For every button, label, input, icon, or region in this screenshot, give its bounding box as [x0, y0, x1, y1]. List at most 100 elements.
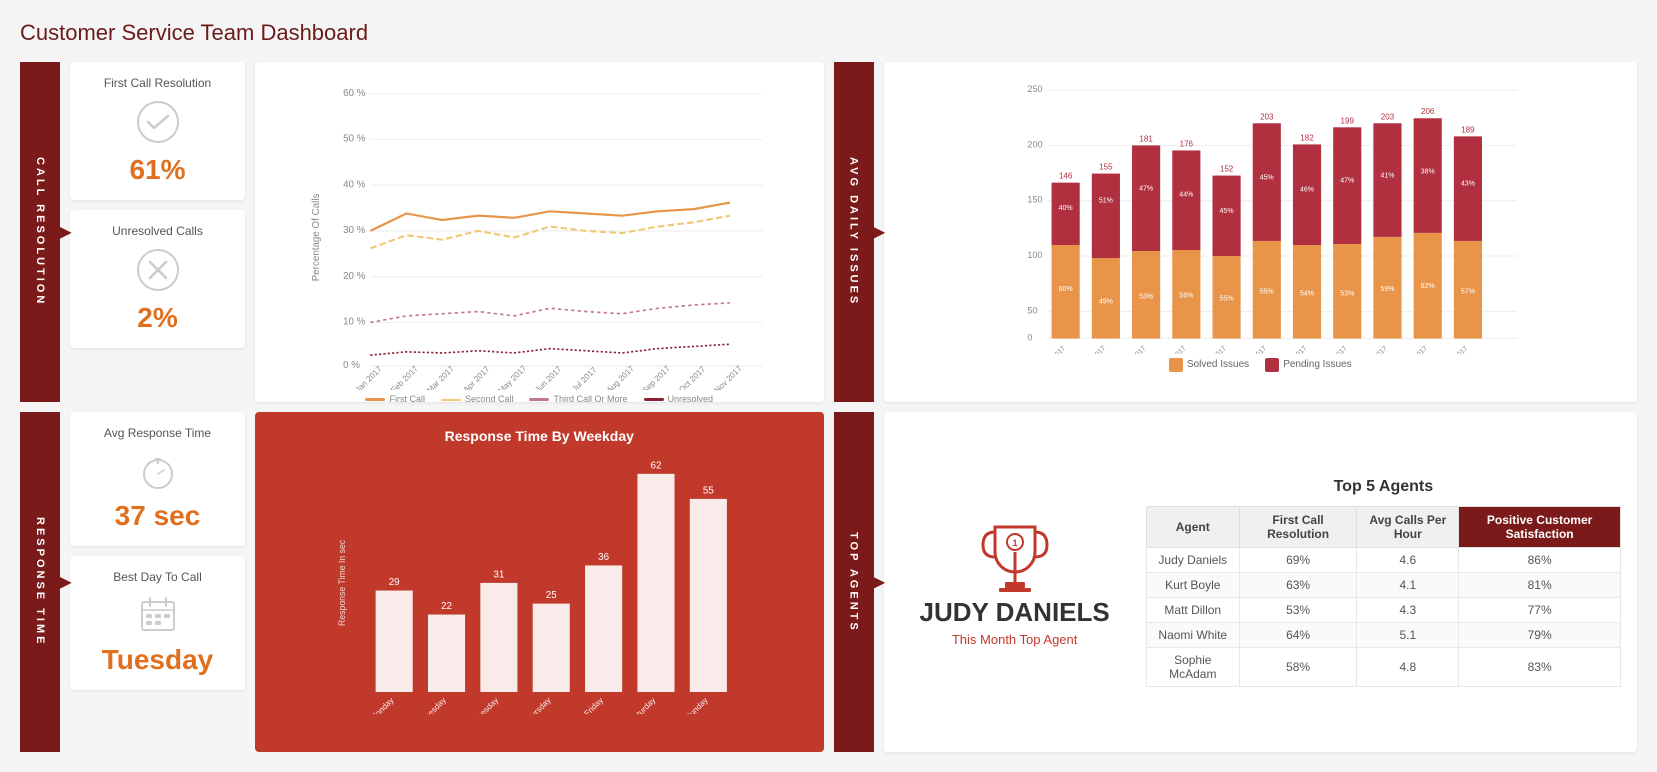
svg-text:Apr 2017: Apr 2017 — [462, 364, 492, 390]
svg-text:10 %: 10 % — [343, 317, 366, 328]
svg-text:55%: 55% — [1219, 295, 1233, 302]
first-call-label: First Call Resolution — [104, 76, 211, 90]
svg-text:49%: 49% — [1098, 298, 1112, 305]
bar-chart-legend: Solved Issues Pending Issues — [894, 358, 1628, 372]
svg-text:100: 100 — [1027, 250, 1042, 260]
top-agent-hero: 1 JUDY DANIELS This Month Top Agent — [900, 497, 1130, 667]
call-resolution-text: CALL RESOLUTION — [34, 157, 46, 306]
svg-text:Percentage Of Calls: Percentage Of Calls — [311, 194, 322, 282]
svg-text:Sunday: Sunday — [684, 695, 711, 714]
best-day-card: Best Day To Call Tuesday — [70, 556, 245, 690]
svg-text:November 2017: November 2017 — [1429, 345, 1469, 354]
col-calls: Avg Calls Per Hour — [1357, 506, 1459, 547]
call-resolution-label: CALL RESOLUTION — [20, 62, 60, 402]
table-row: Matt Dillon53%4.377% — [1146, 597, 1620, 622]
svg-text:Tuesday: Tuesday — [420, 695, 449, 714]
first-call-resolution-card: First Call Resolution 61% — [70, 62, 245, 200]
svg-text:54%: 54% — [1299, 290, 1313, 297]
response-time-label: RESPONSE TIME — [20, 412, 60, 752]
svg-text:43%: 43% — [1460, 181, 1474, 188]
table-row: Naomi White64%5.179% — [1146, 622, 1620, 647]
svg-text:55%: 55% — [1259, 288, 1273, 295]
svg-text:203: 203 — [1260, 112, 1274, 121]
avg-response-value: 37 sec — [115, 500, 201, 532]
call-resolution-content: First Call Resolution 61% Unresolved Cal… — [70, 62, 824, 402]
svg-text:199: 199 — [1340, 116, 1354, 125]
response-time-content: Avg Response Time 37 sec Best Day To Cal… — [70, 412, 824, 752]
svg-text:55: 55 — [703, 485, 714, 496]
svg-text:59%: 59% — [1380, 286, 1394, 293]
table-row: Kurt Boyle63%4.181% — [1146, 572, 1620, 597]
svg-text:31: 31 — [493, 569, 504, 580]
svg-text:Feb 2017: Feb 2017 — [389, 364, 420, 390]
first-call-value: 61% — [129, 154, 185, 186]
svg-text:45%: 45% — [1259, 175, 1273, 182]
svg-text:0 %: 0 % — [343, 360, 360, 371]
line-chart-panel: 60 % 50 % 40 % 30 % 20 % 10 % 0 % Percen… — [255, 62, 824, 402]
avg-daily-issues-label: AVG DAILY ISSUES — [834, 62, 874, 402]
svg-text:62: 62 — [651, 460, 662, 471]
svg-text:Saturday: Saturday — [628, 695, 658, 714]
svg-text:47%: 47% — [1340, 178, 1354, 185]
stopwatch-icon — [136, 448, 180, 492]
svg-text:Response Time In sec: Response Time In sec — [337, 539, 347, 626]
avg-response-time-card: Avg Response Time 37 sec — [70, 412, 245, 546]
svg-text:1: 1 — [1012, 538, 1017, 548]
svg-text:Mar 2017: Mar 2017 — [425, 364, 456, 390]
svg-text:250: 250 — [1027, 84, 1042, 94]
svg-text:182: 182 — [1300, 133, 1314, 142]
svg-text:20 %: 20 % — [343, 271, 366, 282]
svg-text:46%: 46% — [1299, 187, 1313, 194]
svg-text:189: 189 — [1461, 125, 1475, 134]
top-agents-label: TOP AGENTS — [834, 412, 874, 752]
col-agent: Agent — [1146, 506, 1239, 547]
svg-text:February 2017: February 2017 — [1070, 345, 1107, 354]
svg-text:203: 203 — [1380, 112, 1394, 121]
svg-text:22: 22 — [441, 601, 452, 612]
svg-text:Sep 2017: Sep 2017 — [641, 364, 672, 390]
svg-text:56%: 56% — [1179, 292, 1193, 299]
avg-daily-issues-panel: 250 200 150 100 50 0 146 60% 40% — [884, 62, 1638, 402]
svg-text:40%: 40% — [1058, 205, 1072, 212]
best-day-value: Tuesday — [102, 644, 214, 676]
svg-text:36: 36 — [598, 552, 609, 563]
svg-text:0: 0 — [1027, 333, 1032, 343]
svg-text:176: 176 — [1179, 139, 1193, 148]
svg-text:September 2017: September 2017 — [1347, 345, 1389, 354]
svg-text:152: 152 — [1219, 165, 1233, 174]
svg-text:29: 29 — [389, 577, 400, 588]
svg-text:Aug 2017: Aug 2017 — [605, 364, 636, 390]
svg-text:51%: 51% — [1098, 198, 1112, 205]
svg-text:May 2017: May 2017 — [1201, 345, 1228, 354]
svg-text:44%: 44% — [1179, 192, 1193, 199]
svg-text:January 2017: January 2017 — [1032, 345, 1067, 354]
line-chart-legend: First Call Second Call Third Call Or Mor… — [267, 394, 812, 404]
svg-text:53%: 53% — [1139, 293, 1153, 300]
table-row: Sophie McAdam58%4.883% — [1146, 647, 1620, 686]
svg-text:146: 146 — [1058, 172, 1072, 181]
svg-text:181: 181 — [1139, 134, 1153, 143]
svg-text:Oct 2017: Oct 2017 — [677, 364, 707, 390]
top-agents-panel: 1 JUDY DANIELS This Month Top Agent Top … — [884, 412, 1638, 752]
avg-response-label: Avg Response Time — [104, 426, 211, 440]
svg-text:Friday: Friday — [583, 695, 606, 714]
svg-text:Nov 2017: Nov 2017 — [713, 364, 744, 390]
calendar-icon — [136, 592, 180, 636]
weekday-chart-title: Response Time By Weekday — [271, 428, 808, 444]
top-agent-name: JUDY DANIELS — [920, 597, 1110, 628]
svg-text:60 %: 60 % — [343, 88, 366, 99]
col-fcr: First Call Resolution — [1239, 506, 1357, 547]
unresolved-value: 2% — [137, 302, 177, 334]
svg-text:40 %: 40 % — [343, 179, 366, 190]
svg-text:Monday: Monday — [369, 695, 397, 714]
svg-text:53%: 53% — [1340, 290, 1354, 297]
svg-text:Thursday: Thursday — [522, 695, 553, 714]
svg-text:May 2017: May 2017 — [497, 363, 529, 390]
svg-text:62%: 62% — [1420, 283, 1434, 290]
top-agents-table-title: Top 5 Agents — [1146, 478, 1621, 496]
svg-text:30 %: 30 % — [343, 225, 366, 236]
trophy-icon: 1 — [975, 517, 1055, 597]
svg-text:50 %: 50 % — [343, 134, 366, 145]
page-title: Customer Service Team Dashboard — [20, 20, 1637, 46]
unresolved-label: Unresolved Calls — [112, 224, 203, 238]
